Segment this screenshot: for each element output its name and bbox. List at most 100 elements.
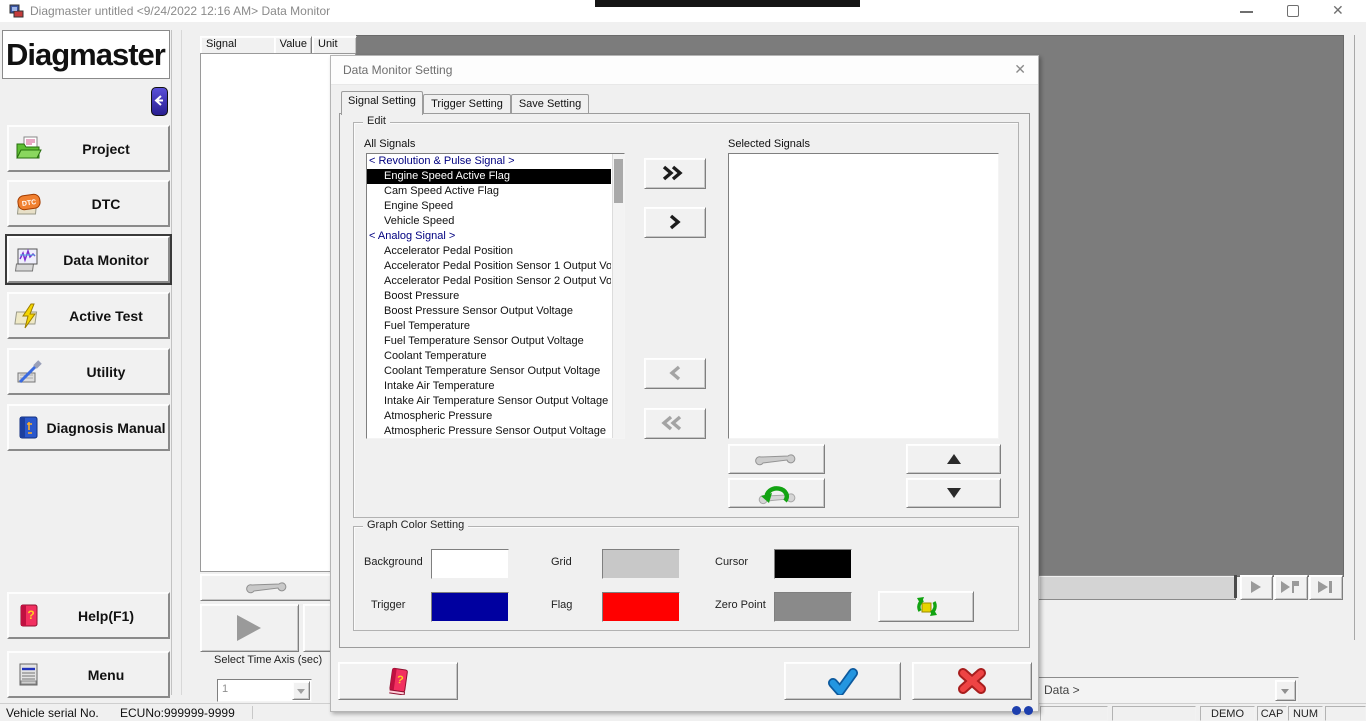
chevron-down-icon [1281, 689, 1289, 694]
statusbar-demo: DEMO [1200, 706, 1255, 721]
all-signals-listbox[interactable]: < Revolution & Pulse Signal > Engine Spe… [366, 153, 625, 439]
list-item[interactable]: Boost Pressure [367, 289, 611, 304]
sidebar-item-data-monitor[interactable]: Data Monitor [7, 236, 170, 283]
move-up-button[interactable] [906, 444, 1001, 474]
graph-color-group-title: Graph Color Setting [363, 519, 468, 531]
dialog-help-button[interactable]: ? [338, 662, 458, 700]
move-right-button[interactable] [644, 207, 706, 238]
tab-signal-setting[interactable]: Signal Setting [341, 91, 423, 115]
undo-setting-button[interactable] [728, 478, 825, 508]
ok-button[interactable] [784, 662, 901, 700]
sidebar-item-label: Menu [44, 667, 168, 683]
list-item[interactable]: Fuel Temperature Sensor Output Voltage [367, 334, 611, 349]
play-button[interactable] [200, 604, 299, 652]
selected-signals-listbox[interactable] [728, 153, 999, 439]
list-item[interactable]: Coolant Temperature Sensor Output Voltag… [367, 364, 611, 379]
move-down-button[interactable] [906, 478, 1001, 508]
skip-end-icon [1318, 581, 1328, 593]
move-left-button[interactable] [644, 358, 706, 389]
move-all-right-button[interactable] [644, 158, 706, 189]
data-selector-value: Data > [1044, 683, 1080, 697]
active-test-icon [14, 302, 44, 330]
sidebar-collapse-button[interactable] [151, 87, 168, 116]
sidebar-item-dtc[interactable]: DTC DTC [7, 180, 170, 227]
listbox-scrollbar[interactable] [612, 154, 624, 438]
cancel-button[interactable] [912, 662, 1032, 700]
grid-color-swatch[interactable] [602, 549, 680, 579]
list-item[interactable]: Boost Pressure Sensor Output Voltage [367, 304, 611, 319]
dialog-close-button[interactable]: ✕ [1014, 61, 1026, 78]
all-signals-label: All Signals [364, 138, 415, 150]
tab-trigger-setting[interactable]: Trigger Setting [423, 94, 511, 115]
sidebar-item-label: Data Monitor [44, 252, 168, 268]
help-book-icon: ? [385, 667, 411, 695]
list-item[interactable]: < Revolution & Pulse Signal > [367, 154, 611, 169]
flag-pole [1292, 581, 1294, 593]
list-item[interactable]: Fuel Temperature [367, 319, 611, 334]
list-item-selected[interactable]: Engine Speed Active Flag [367, 169, 611, 184]
data-monitor-setting-dialog: Data Monitor Setting ✕ Signal Setting Tr… [330, 55, 1039, 712]
list-item[interactable]: Intake Air Temperature Sensor Output Vol… [367, 394, 611, 409]
playback-play-button[interactable] [1240, 575, 1273, 600]
minimize-button[interactable] [1240, 11, 1253, 13]
sidebar-divider [171, 30, 172, 695]
background-color-label: Background [364, 556, 423, 568]
skip-end-bar [1329, 581, 1332, 593]
diagnosis-manual-icon [14, 414, 44, 442]
sidebar-item-utility[interactable]: Utility [7, 348, 170, 395]
zero-point-color-swatch[interactable] [774, 592, 852, 622]
time-axis-value: 1 [222, 683, 228, 695]
list-item[interactable]: Intake Air Temperature [367, 379, 611, 394]
time-axis-label: Select Time Axis (sec) [214, 654, 322, 666]
move-all-left-button[interactable] [644, 408, 706, 439]
setting-wrench-button[interactable] [200, 574, 333, 601]
background-color-swatch[interactable] [431, 549, 509, 579]
sidebar-item-diagnosis-manual[interactable]: Diagnosis Manual [7, 404, 170, 451]
trigger-color-swatch[interactable] [431, 592, 509, 622]
arrow-down-icon [947, 488, 961, 498]
list-item[interactable]: Vehicle Speed [367, 214, 611, 229]
cursor-color-label: Cursor [715, 556, 748, 568]
logo-text: Diagmaster [3, 31, 169, 78]
grid-color-label: Grid [551, 556, 572, 568]
list-item[interactable]: Atmospheric Pressure [367, 409, 611, 424]
dialog-titlebar: Data Monitor Setting ✕ [331, 56, 1038, 85]
cursor-color-swatch[interactable] [774, 549, 852, 579]
list-item[interactable]: Atmospheric Pressure Sensor Output Volta… [367, 424, 611, 439]
logo-box: Diagmaster [2, 30, 170, 79]
sidebar-item-help[interactable]: ? Help(F1) [7, 592, 170, 639]
statusbar-panel-1 [1040, 706, 1108, 721]
list-item[interactable]: < Analog Signal > [367, 229, 611, 244]
sidebar: Diagmaster Project DTC DTC [0, 22, 184, 703]
flag-color-swatch[interactable] [602, 592, 680, 622]
list-item[interactable]: Accelerator Pedal Position Sensor 1 Outp… [367, 259, 611, 274]
trigger-color-label: Trigger [371, 599, 405, 611]
statusbar-panel-2 [1112, 706, 1196, 721]
data-selector-dropdown-button[interactable] [1275, 680, 1296, 701]
close-button[interactable]: ✕ [1332, 2, 1344, 19]
statusbar-divider [252, 706, 253, 719]
list-item[interactable]: Accelerator Pedal Position [367, 244, 611, 259]
list-item[interactable]: Accelerator Pedal Position Sensor 2 Outp… [367, 274, 611, 289]
tab-save-setting[interactable]: Save Setting [511, 94, 589, 115]
statusbar-panel-3 [1325, 706, 1366, 721]
timeline-slider[interactable] [1038, 575, 1236, 600]
sidebar-item-menu[interactable]: Menu [7, 651, 170, 698]
list-item[interactable]: Coolant Temperature [367, 349, 611, 364]
arrow-up-icon [947, 454, 961, 464]
signal-setting-wrench-button[interactable] [728, 444, 825, 474]
sidebar-item-active-test[interactable]: Active Test [7, 292, 170, 339]
time-axis-combobox[interactable]: 1 [217, 679, 312, 702]
list-item[interactable]: Cam Speed Active Flag [367, 184, 611, 199]
maximize-button[interactable] [1287, 5, 1299, 17]
scrollbar-thumb[interactable] [614, 159, 623, 203]
playback-skip-end-button[interactable] [1309, 575, 1343, 600]
time-axis-dropdown-button[interactable] [292, 681, 310, 700]
sidebar-item-project[interactable]: Project [7, 125, 170, 172]
right-frame-line [1354, 35, 1355, 640]
play-icon [1251, 581, 1261, 593]
reset-colors-button[interactable] [878, 591, 974, 622]
list-item[interactable]: Engine Speed [367, 199, 611, 214]
playback-play-to-flag-button[interactable] [1274, 575, 1308, 600]
data-selector-combobox[interactable]: Data > [1037, 677, 1299, 704]
